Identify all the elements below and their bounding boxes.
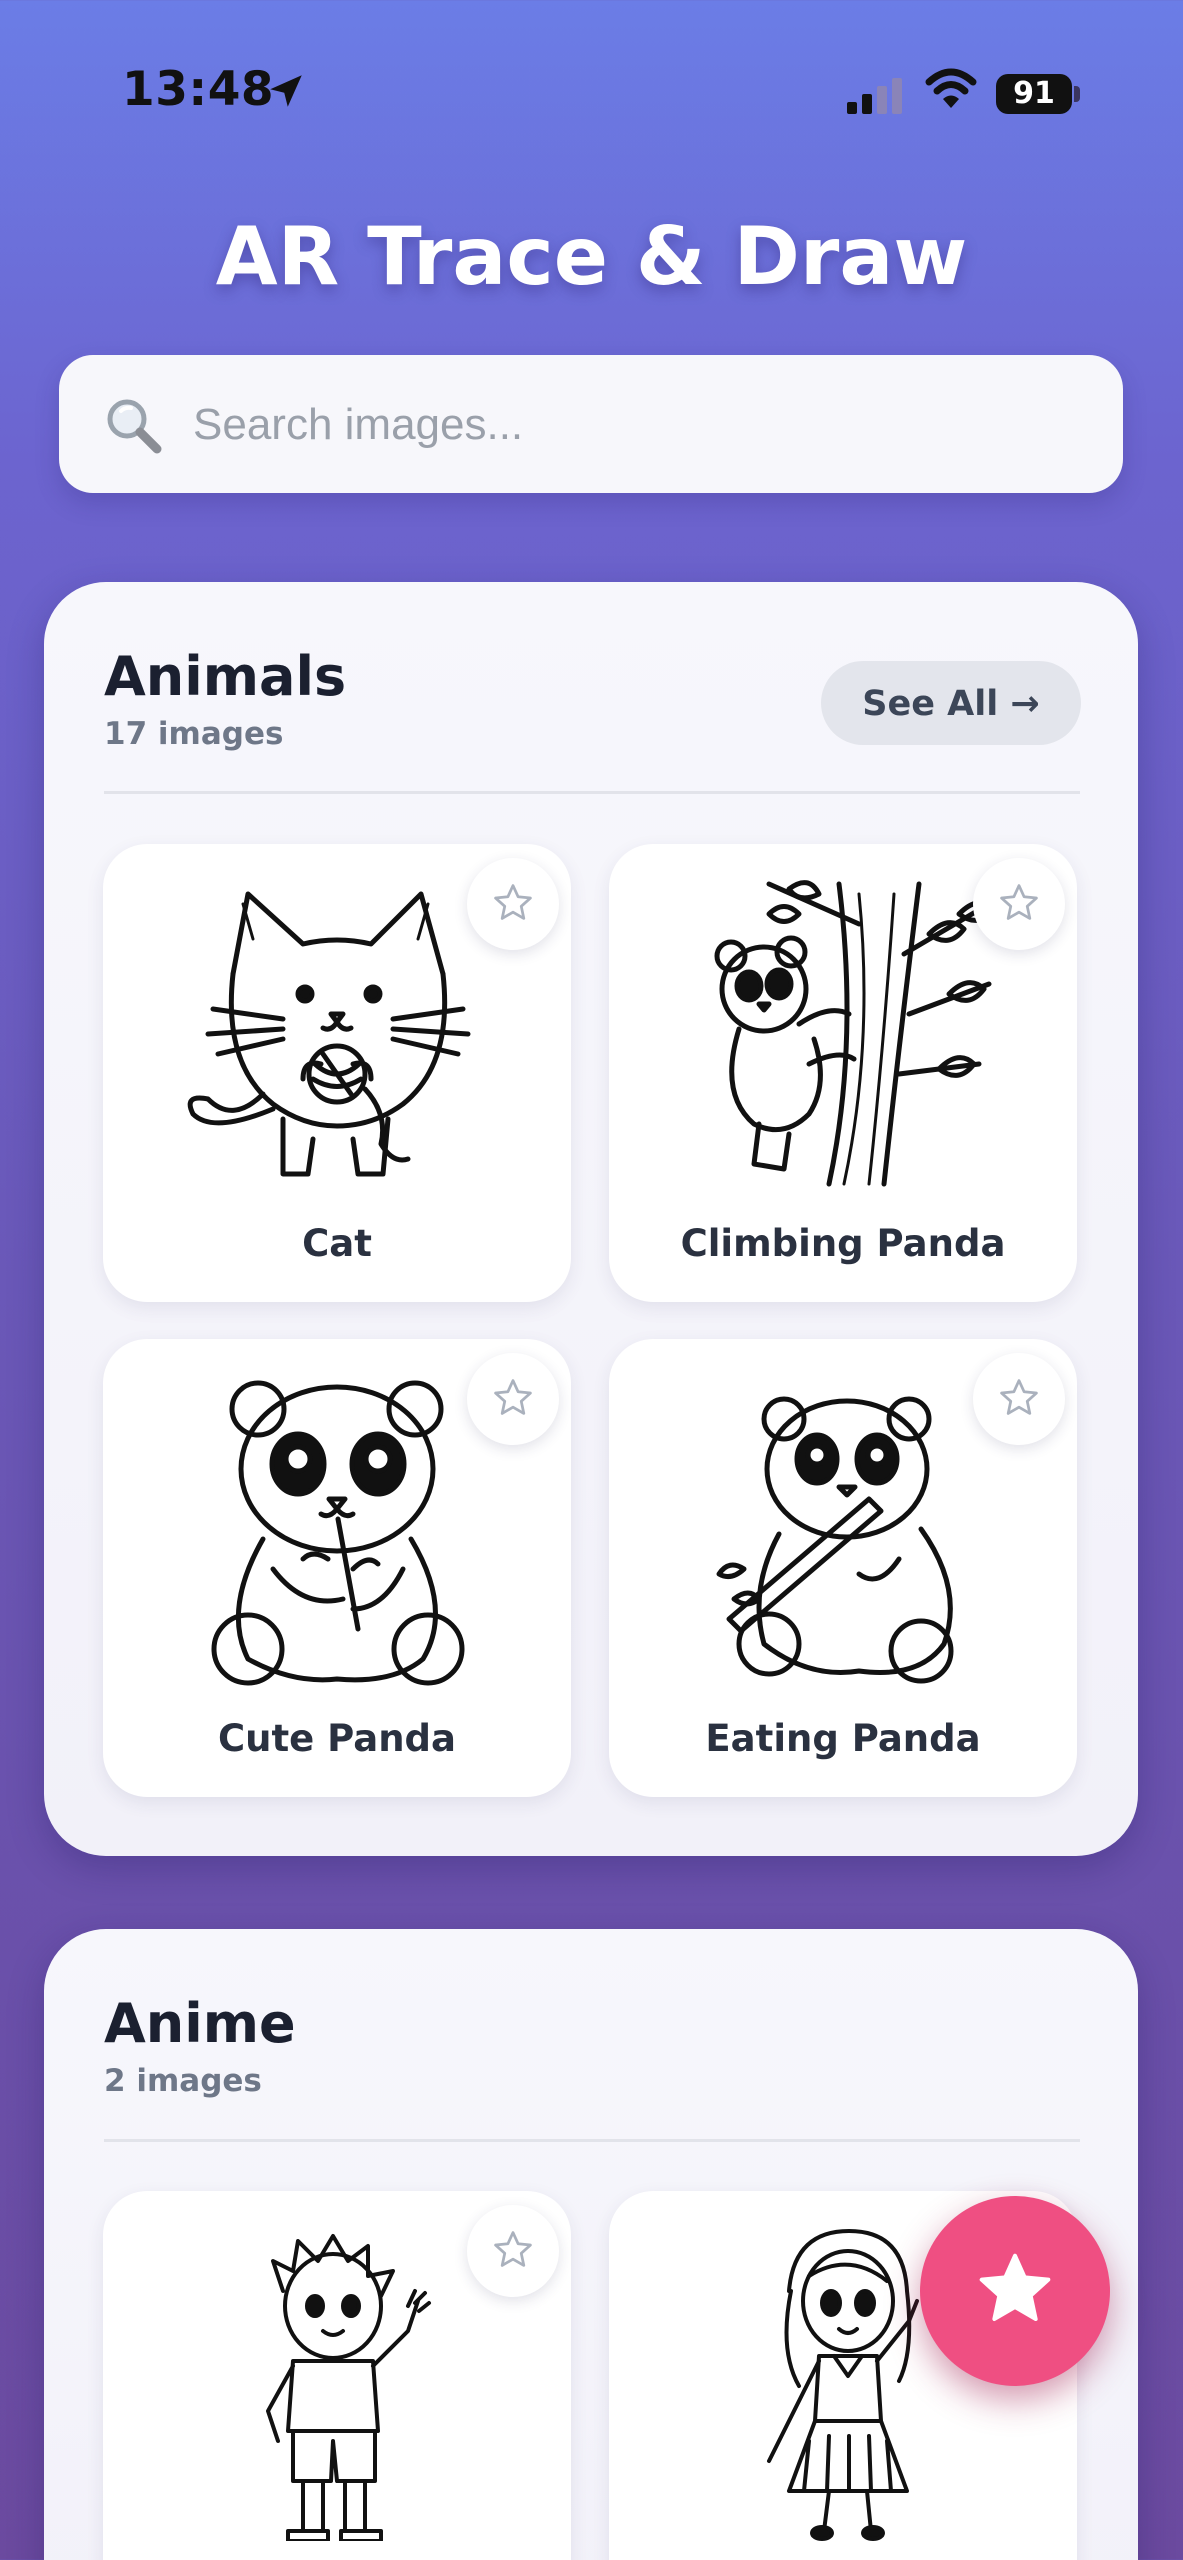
star-outline-icon	[494, 884, 532, 920]
battery-cap	[1074, 86, 1080, 102]
eating-panda-drawing	[716, 1396, 954, 1684]
wifi-icon	[925, 68, 977, 108]
favorite-button[interactable]	[973, 1353, 1065, 1445]
favorite-button[interactable]	[973, 858, 1065, 950]
battery-icon: 91	[996, 74, 1072, 114]
favorite-button[interactable]	[467, 858, 559, 950]
search-icon	[107, 399, 162, 454]
favorites-fab-button[interactable]	[920, 2196, 1110, 2386]
section-count: 17 images	[104, 716, 284, 752]
search-input[interactable]	[191, 389, 1075, 461]
favorite-button[interactable]	[467, 2205, 559, 2297]
location-arrow-icon	[270, 75, 302, 107]
star-outline-icon	[494, 2231, 532, 2267]
status-time: 13:48	[122, 62, 275, 117]
tile-label: Cute Panda	[217, 1717, 457, 1760]
star-outline-icon	[494, 1379, 532, 1415]
section-count: 2 images	[104, 2063, 262, 2099]
tile-label: Eating Panda	[705, 1717, 981, 1760]
cellular-signal-icon	[847, 78, 902, 114]
section-divider	[104, 791, 1080, 794]
image-tile-climbing-panda[interactable]: Climbing Panda	[609, 844, 1077, 1302]
section-title: Anime	[104, 1992, 296, 2055]
image-tile-cute-panda[interactable]: Cute Panda	[103, 1339, 571, 1797]
anime-boy-drawing	[266, 2234, 431, 2541]
cute-panda-drawing	[211, 1380, 465, 1686]
section-title: Animals	[104, 645, 347, 708]
section-divider	[104, 2139, 1080, 2142]
search-bar[interactable]	[59, 355, 1123, 493]
star-outline-icon	[1000, 1379, 1038, 1415]
section-animals: Animals 17 images See All → Cat Climbing…	[44, 582, 1138, 1856]
image-tile-eating-panda[interactable]: Eating Panda	[609, 1339, 1077, 1797]
favorite-button[interactable]	[467, 1353, 559, 1445]
see-all-button[interactable]: See All →	[821, 661, 1081, 745]
image-tile-cat[interactable]: Cat	[103, 844, 571, 1302]
page-title: AR Trace & Draw	[215, 210, 968, 303]
cat-drawing	[187, 891, 471, 1177]
star-icon	[979, 2253, 1051, 2321]
status-bar: 13:48 91	[0, 0, 1183, 190]
tile-label: Cat	[302, 1222, 372, 1265]
image-tile-anime-boy[interactable]	[103, 2191, 571, 2560]
tile-label: Climbing Panda	[680, 1222, 1006, 1265]
climbing-panda-drawing	[714, 880, 997, 1187]
star-outline-icon	[1000, 884, 1038, 920]
